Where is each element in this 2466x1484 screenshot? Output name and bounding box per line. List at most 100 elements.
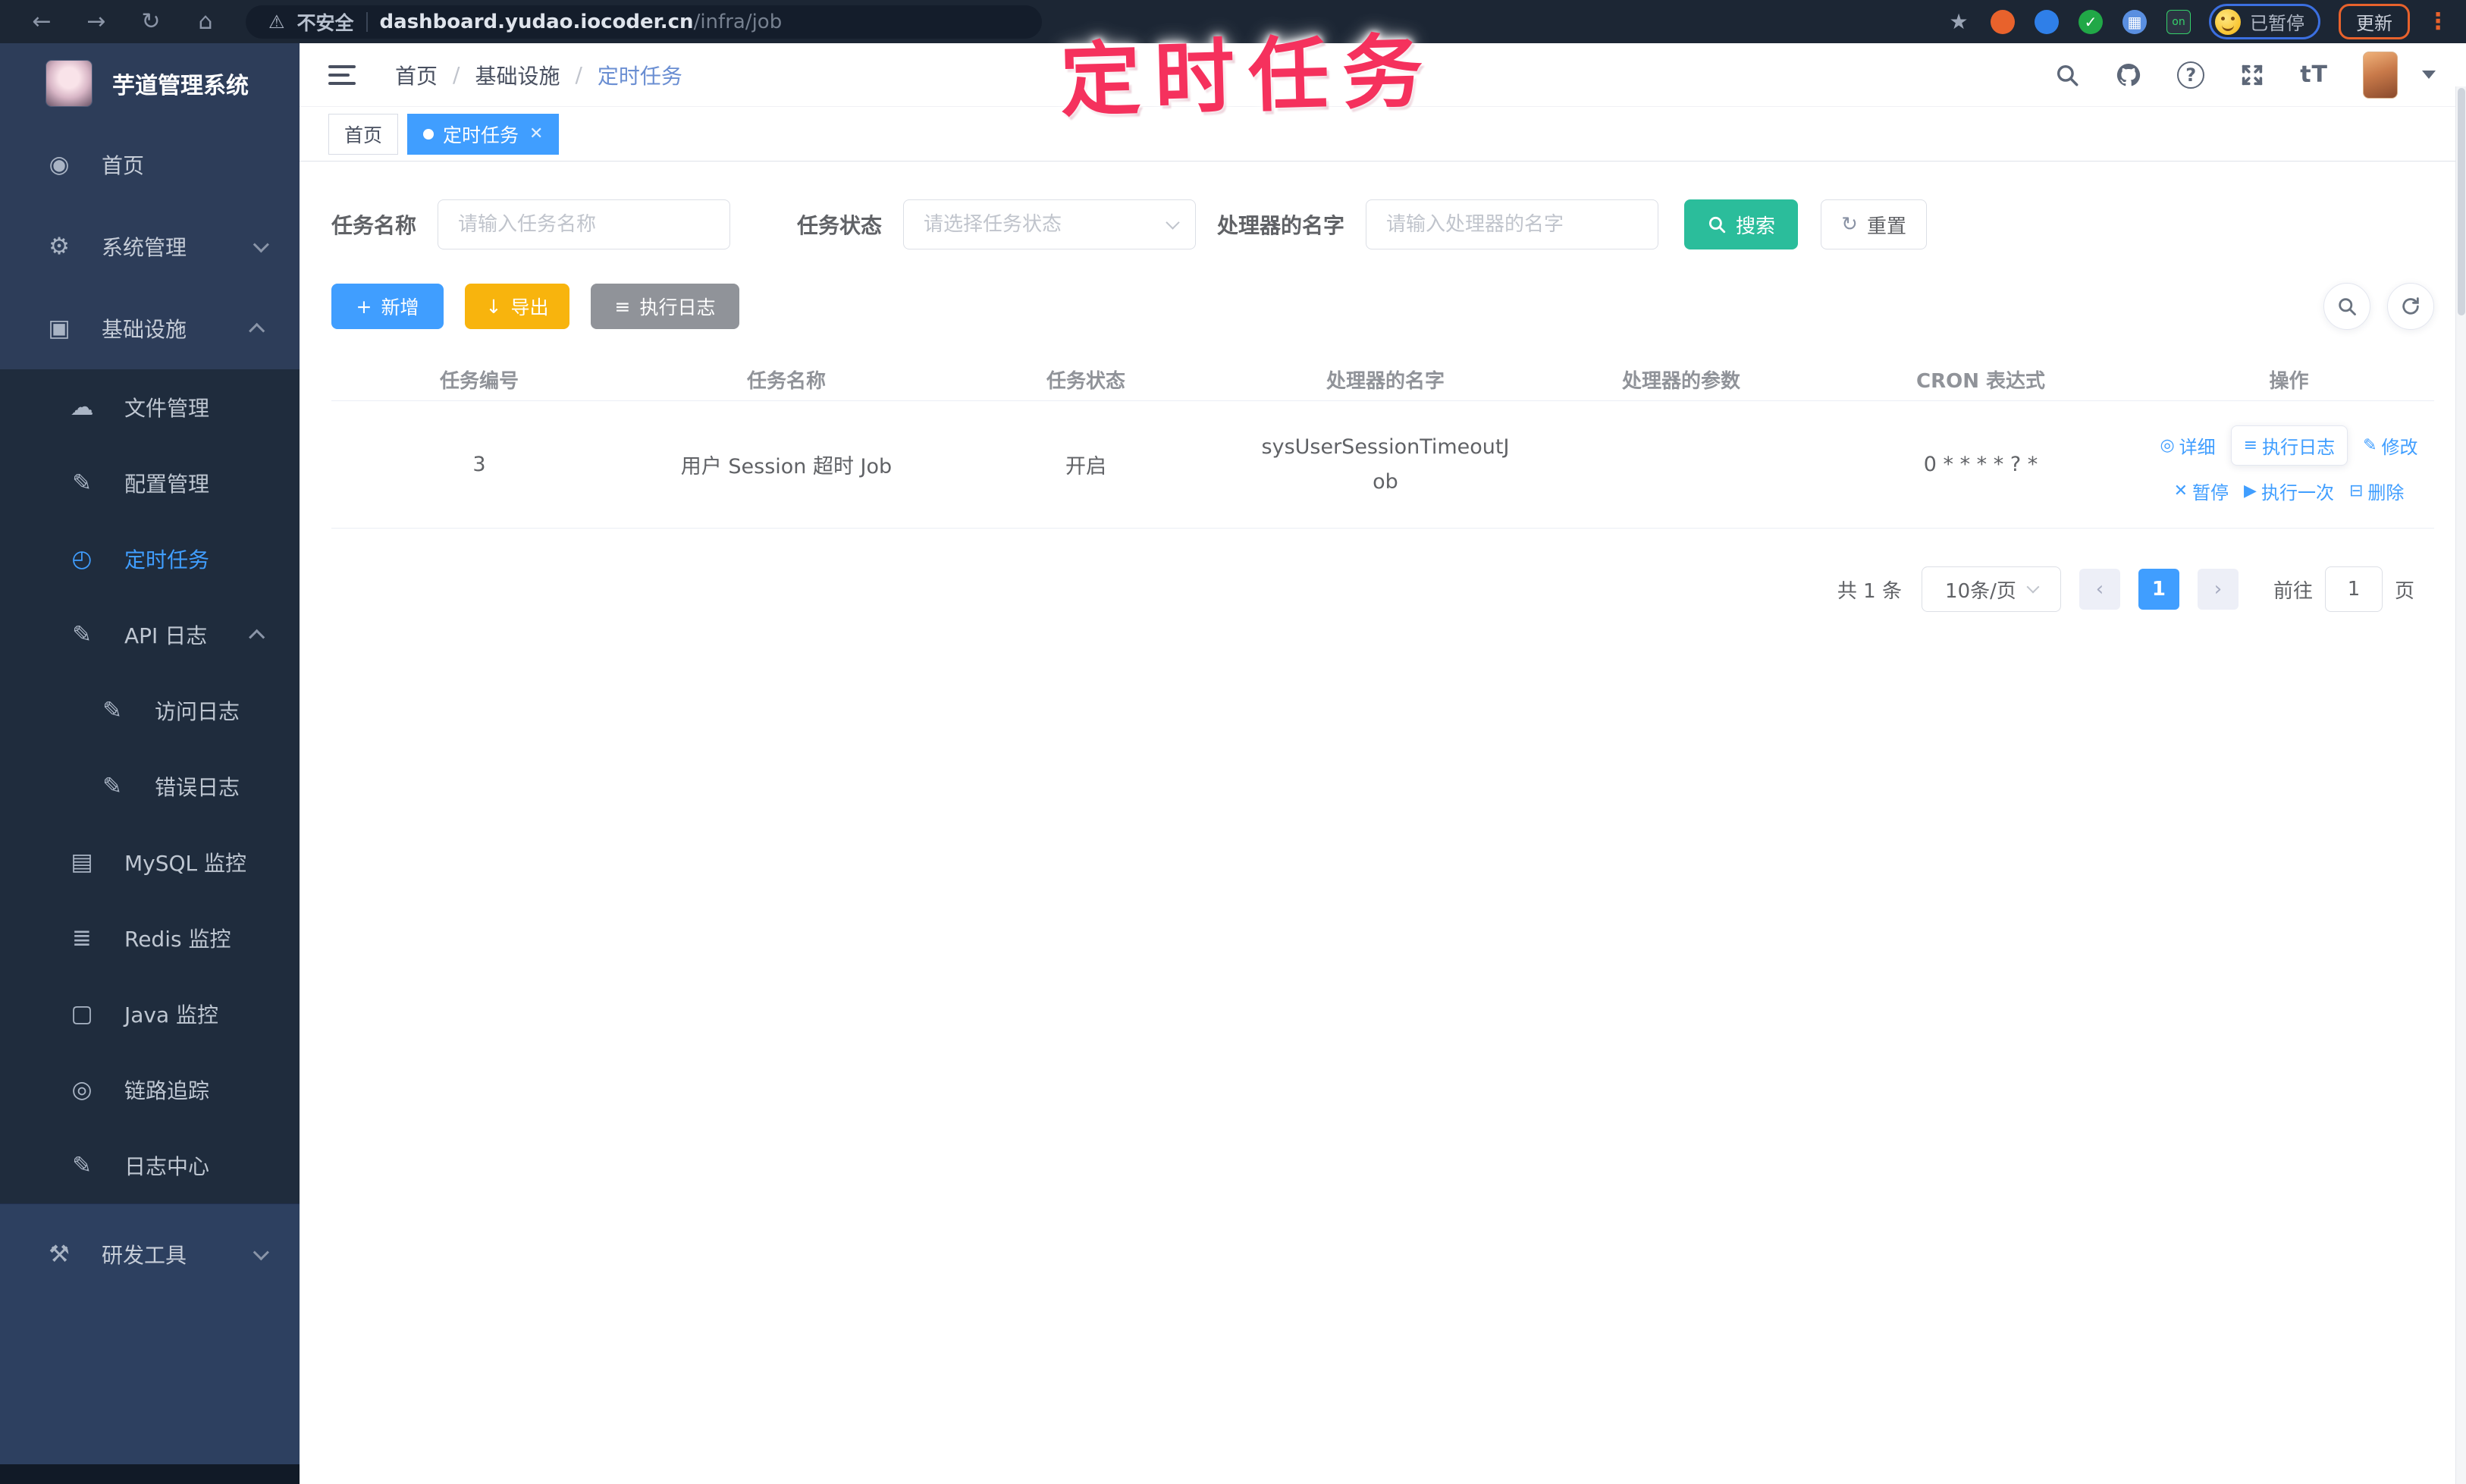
export-button[interactable]: ↓ 导出 — [465, 284, 569, 329]
sidebar-item-api-logs[interactable]: ✎ API 日志 — [0, 597, 300, 673]
search-form: 任务名称 任务状态 处理器的名字 搜索 ↻ 重置 — [331, 199, 2434, 249]
delete-link[interactable]: ⊟ 删除 — [2349, 478, 2404, 504]
sidebar-item-access-logs[interactable]: ✎ 访问日志 — [0, 673, 300, 748]
timer-icon: ◴ — [71, 545, 93, 573]
github-icon[interactable] — [2115, 61, 2142, 89]
extension-icon-blue[interactable] — [2035, 9, 2059, 34]
page-size-select[interactable]: 10条/页 — [1921, 566, 2061, 612]
browser-scrollbar[interactable] — [2455, 86, 2466, 1484]
job-status-select[interactable] — [903, 199, 1197, 249]
toggle-search-button[interactable] — [2323, 283, 2370, 330]
extension-icon-green-check[interactable]: ✓ — [2079, 9, 2103, 34]
database-icon: ▤ — [71, 849, 93, 876]
job-name-input[interactable] — [438, 199, 731, 249]
pause-link[interactable]: ✕ 暂停 — [2174, 478, 2229, 504]
table-header-row: 任务编号 任务名称 任务状态 处理器的名字 处理器的参数 CRON 表达式 操作 — [331, 359, 2434, 401]
paused-label: 已暂停 — [2250, 13, 2304, 34]
sidebar-item-dev-tools[interactable]: ⚒ 研发工具 — [0, 1204, 300, 1304]
handler-name-input[interactable] — [1366, 199, 1659, 249]
sidebar-item-redis-monitor[interactable]: ≣ Redis 监控 — [0, 900, 300, 976]
search-button[interactable]: 搜索 — [1684, 199, 1799, 249]
edit-link[interactable]: ✎ 修改 — [2363, 432, 2417, 459]
browser-forward-icon[interactable]: → — [71, 8, 121, 35]
sidebar-item-file-management[interactable]: ☁ 文件管理 — [0, 369, 300, 445]
dashboard-icon: ◉ — [49, 151, 70, 178]
sidebar-item-error-logs[interactable]: ✎ 错误日志 — [0, 748, 300, 824]
profile-avatar-emoji — [2215, 8, 2241, 35]
close-icon: ✕ — [2173, 481, 2188, 500]
sidebar-logo[interactable]: 芋道管理系统 — [0, 43, 300, 124]
tab-home[interactable]: 首页 — [328, 113, 399, 155]
refresh-table-button[interactable] — [2387, 283, 2434, 330]
breadcrumb-infrastructure[interactable]: 基础设施 — [475, 60, 560, 90]
cell-handler-name: sysUserSessionTimeoutJob — [1261, 435, 1510, 494]
sidebar-item-trace[interactable]: ◎ 链路追踪 — [0, 1052, 300, 1128]
user-menu-caret-icon[interactable] — [2422, 71, 2436, 79]
breadcrumb-current: 定时任务 — [597, 63, 682, 89]
sidebar-item-log-center[interactable]: ✎ 日志中心 — [0, 1128, 300, 1203]
page-header: 首页 / 基础设施 / 定时任务 ? tT — [300, 43, 2466, 107]
help-icon[interactable]: ? — [2177, 61, 2205, 89]
list-icon: ≡ — [2243, 435, 2258, 455]
close-tab-icon[interactable]: ✕ — [529, 124, 543, 143]
sidebar-item-scheduled-tasks[interactable]: ◴ 定时任务 — [0, 521, 300, 597]
address-bar-divider — [366, 11, 368, 32]
sidebar-bottom-strip — [0, 1464, 300, 1484]
col-job-id: 任务编号 — [439, 370, 519, 393]
cloud-upload-icon: ☁ — [70, 394, 94, 421]
font-size-icon[interactable]: tT — [2300, 61, 2328, 88]
scrollbar-thumb[interactable] — [2458, 88, 2465, 315]
edit-icon: ✎ — [72, 469, 92, 497]
col-cron: CRON 表达式 — [1915, 370, 2046, 393]
main-area: 首页 / 基础设施 / 定时任务 ? tT 首页 定时任务 ✕ 任务名称 请输入… — [300, 43, 2466, 1484]
browser-back-icon[interactable]: ← — [17, 8, 67, 35]
col-job-name: 任务名称 — [746, 370, 826, 393]
row-actions: ◎ 详细 ≡ 执行日志 ✎ 修改 ✕ 暂停 ▶ 执行一次 ⊟ 删除 — [2144, 425, 2434, 504]
sidebar-item-infrastructure[interactable]: ▣ 基础设施 — [0, 287, 300, 369]
sidebar-item-java-monitor[interactable]: ▢ Java 监控 — [0, 976, 300, 1052]
goto-label: 前往 — [2273, 579, 2313, 603]
job-log-button[interactable]: ≡ 执行日志 — [591, 284, 739, 329]
browser-reload-icon[interactable]: ↻ — [126, 8, 176, 35]
user-avatar[interactable] — [2363, 51, 2398, 99]
fullscreen-icon[interactable] — [2239, 62, 2265, 88]
address-bar[interactable]: ⚠ 不安全 dashboard.yudao.iocoder.cn/infra/j… — [246, 5, 1042, 39]
sidebar-item-home[interactable]: ◉ 首页 — [0, 124, 300, 206]
not-secure-label: 不安全 — [296, 11, 354, 34]
next-page-button[interactable]: › — [2197, 569, 2239, 610]
chevron-up-icon — [249, 322, 265, 339]
extension-icon-orange[interactable] — [1991, 9, 2015, 34]
active-tab-dot — [423, 128, 435, 140]
hamburger-icon[interactable] — [328, 64, 359, 85]
cell-job-status: 开启 — [1065, 455, 1106, 478]
pagination: 共 1 条 10条/页 ‹ 1 › 前往 页 — [331, 566, 2434, 612]
browser-menu-icon[interactable]: ⋮ — [2427, 8, 2449, 35]
log-edit-icon: ✎ — [72, 621, 92, 648]
reset-button[interactable]: ↻ 重置 — [1821, 199, 1928, 249]
sidebar-item-system-management[interactable]: ⚙ 系统管理 — [0, 206, 300, 287]
goto-page-input[interactable] — [2324, 566, 2383, 612]
sidebar-item-mysql-monitor[interactable]: ▤ MySQL 监控 — [0, 824, 300, 900]
col-actions: 操作 — [2269, 370, 2309, 393]
bookmark-star-icon[interactable]: ★ — [1947, 9, 1971, 34]
browser-home-icon[interactable]: ⌂ — [180, 8, 231, 35]
extension-icon-on-badge[interactable]: on — [2166, 9, 2191, 34]
add-button[interactable]: + 新增 — [331, 284, 444, 329]
search-icon[interactable] — [2054, 62, 2080, 88]
browser-update-button[interactable]: 更新 — [2339, 4, 2410, 39]
run-once-link[interactable]: ▶ 执行一次 — [2244, 478, 2334, 504]
monitor-icon: ▣ — [48, 315, 71, 342]
row-job-log-link[interactable]: ≡ 执行日志 — [2230, 425, 2348, 466]
jobs-table: 任务编号 任务名称 任务状态 处理器的名字 处理器的参数 CRON 表达式 操作… — [331, 359, 2434, 529]
eye-icon: ◎ — [71, 1076, 93, 1103]
prev-page-button[interactable]: ‹ — [2079, 569, 2120, 610]
tab-scheduled-tasks[interactable]: 定时任务 ✕ — [407, 113, 560, 155]
breadcrumb-home[interactable]: 首页 — [395, 60, 438, 90]
detail-link[interactable]: ◎ 详细 — [2160, 432, 2215, 459]
extension-icon-grid[interactable]: ▦ — [2122, 9, 2147, 34]
table-row: 3 用户 Session 超时 Job 开启 sysUserSessionTim… — [331, 401, 2434, 529]
sidebar-item-config-management[interactable]: ✎ 配置管理 — [0, 445, 300, 521]
page-1-button[interactable]: 1 — [2138, 569, 2179, 610]
layers-icon: ≣ — [72, 924, 92, 952]
profile-paused-badge[interactable]: 已暂停 — [2209, 4, 2320, 39]
